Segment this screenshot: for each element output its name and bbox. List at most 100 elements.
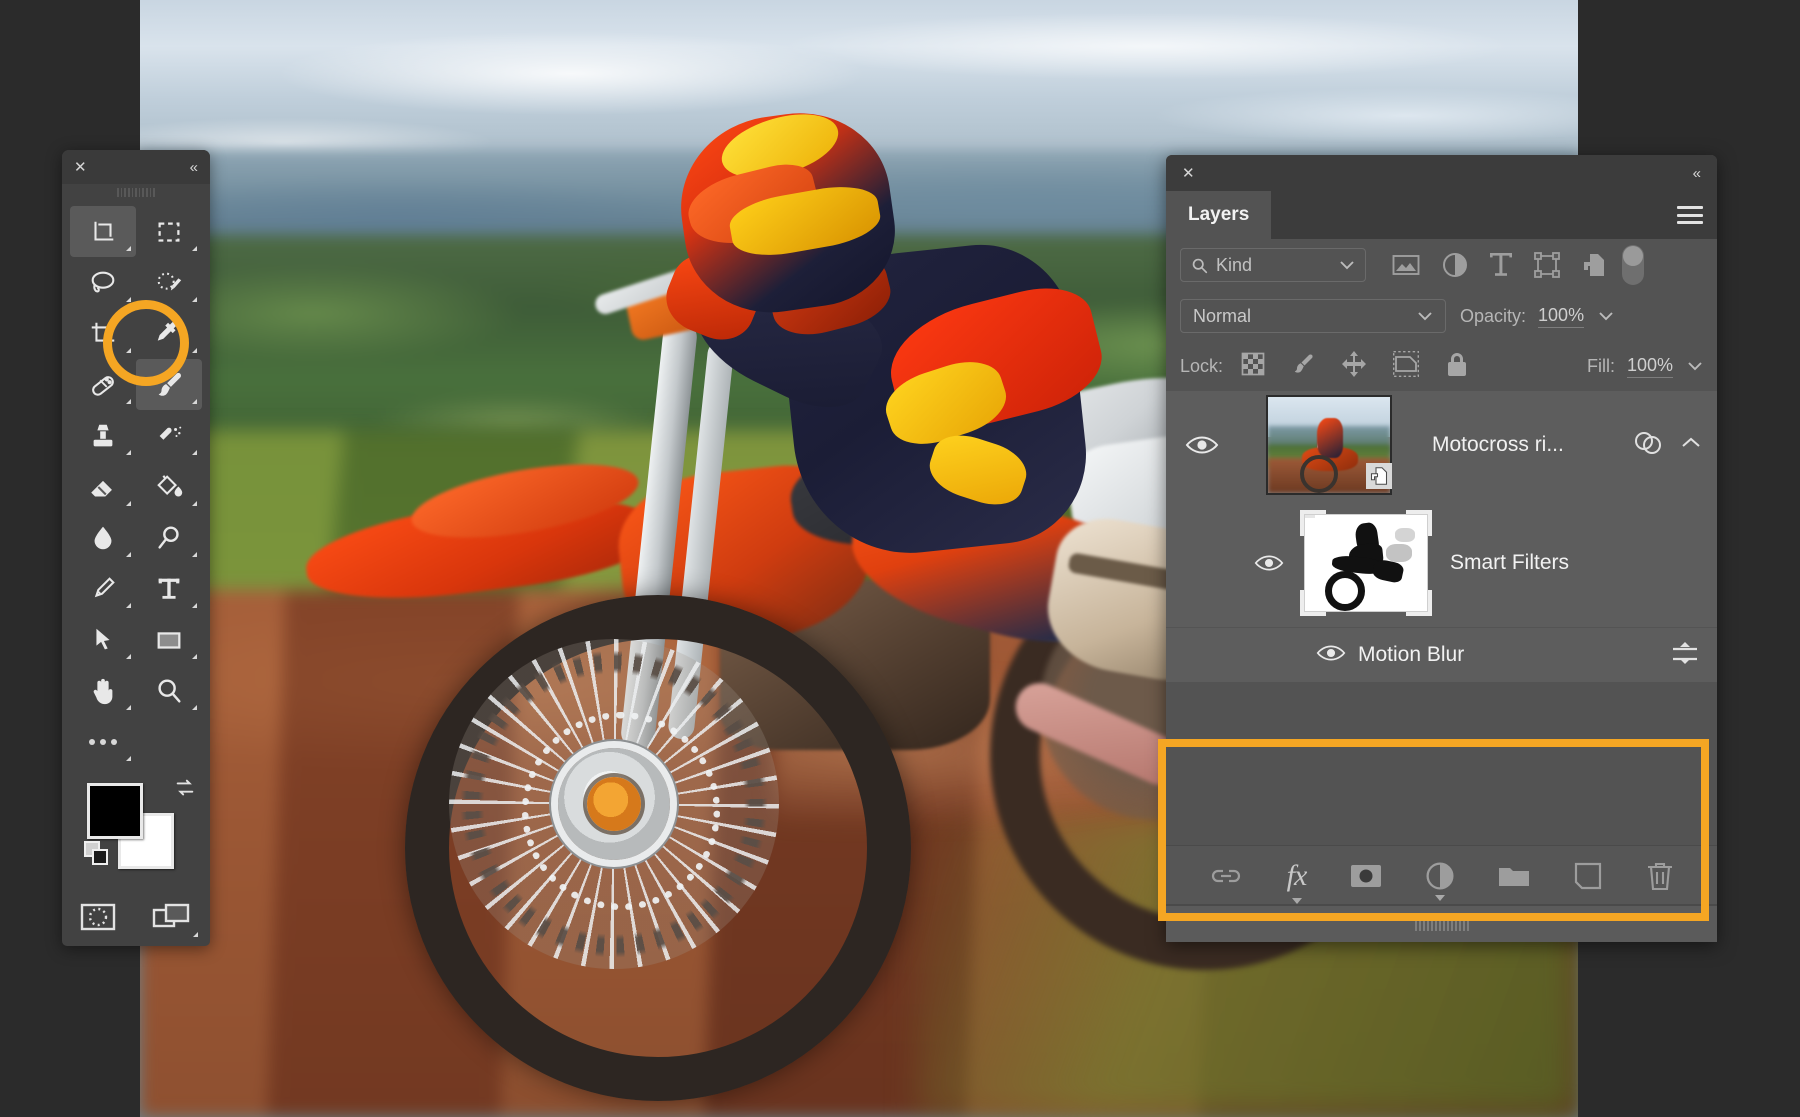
sidebar-tool-paint-bucket[interactable] xyxy=(136,461,202,512)
sidebar-tool-healing-brush[interactable] xyxy=(70,359,136,410)
tools-grid[interactable] xyxy=(62,200,210,767)
close-icon[interactable]: ✕ xyxy=(74,160,87,175)
flyout-corner-icon xyxy=(192,603,197,608)
fill-value[interactable]: 100% xyxy=(1626,355,1673,378)
fill-label: Fill: xyxy=(1586,355,1615,376)
screen-mode-icon[interactable] xyxy=(152,902,198,937)
quick-mask-icon[interactable] xyxy=(80,902,116,937)
lock-artboard-nesting-icon[interactable] xyxy=(1392,350,1420,382)
lock-row[interactable]: Lock: Fill: 100% xyxy=(1166,341,1717,391)
layer-filter-row[interactable]: Kind xyxy=(1166,239,1717,291)
flyout-corner-icon xyxy=(192,297,197,302)
smart-filter-name[interactable]: Motion Blur xyxy=(1346,643,1464,667)
sidebar-tool-brush[interactable] xyxy=(136,359,202,410)
blend-mode-select[interactable]: Normal xyxy=(1180,299,1446,333)
smart-filters-header-row[interactable]: Smart Filters xyxy=(1166,499,1717,627)
flyout-corner-icon xyxy=(126,297,131,302)
smart-filters-highlight-box xyxy=(1158,739,1709,921)
smart-filters-circles-icon[interactable] xyxy=(1633,430,1663,461)
layer-kind-filter-select[interactable]: Kind xyxy=(1180,248,1366,282)
smart-filters-label: Smart Filters xyxy=(1450,551,1570,574)
filter-type-layers-icon[interactable] xyxy=(1490,252,1512,278)
lock-all-padlock-icon[interactable] xyxy=(1445,351,1469,382)
default-colors-icon[interactable] xyxy=(84,841,108,865)
blend-mode-row[interactable]: Normal Opacity: 100% xyxy=(1166,291,1717,341)
sidebar-tool-dodge[interactable] xyxy=(136,512,202,563)
blend-mode-value: Normal xyxy=(1193,305,1252,326)
chevron-up-icon[interactable] xyxy=(1681,435,1701,455)
sidebar-tool-move[interactable] xyxy=(70,206,136,257)
sidebar-tool-eraser[interactable] xyxy=(70,461,136,512)
lock-buttons[interactable] xyxy=(1241,350,1469,382)
smart-filter-mask-thumbnail-cell[interactable] xyxy=(1300,510,1432,616)
sidebar-tool-eyedropper[interactable] xyxy=(136,308,202,359)
flyout-corner-icon xyxy=(126,552,131,557)
layer-list[interactable]: Motocross ri... Smart Filters Motion Blu… xyxy=(1158,391,1717,921)
lock-transparent-pixels-icon[interactable] xyxy=(1241,352,1265,381)
filter-adjustment-layers-icon[interactable] xyxy=(1442,252,1468,278)
sidebar-tool-clone-stamp[interactable] xyxy=(70,410,136,461)
layers-panel[interactable]: ✕ « Layers Kind Normal Opacity: 100% Loc… xyxy=(1158,155,1717,942)
filter-pixel-layers-icon[interactable] xyxy=(1392,253,1420,277)
flyout-corner-icon xyxy=(126,246,131,251)
color-swatches[interactable] xyxy=(62,771,210,891)
layer-row-icons[interactable] xyxy=(1633,430,1717,461)
lock-position-icon[interactable] xyxy=(1341,350,1367,382)
flyout-corner-icon xyxy=(126,603,131,608)
tab-layers-label: Layers xyxy=(1188,204,1250,225)
smart-filters-section[interactable]: Smart Filters Motion Blur xyxy=(1166,499,1717,682)
chevron-down-icon[interactable] xyxy=(1339,260,1355,270)
collapse-icon[interactable]: « xyxy=(1693,166,1701,181)
eye-icon xyxy=(1316,644,1346,661)
sidebar-tool-type[interactable] xyxy=(136,563,202,614)
filter-smart-objects-icon[interactable] xyxy=(1582,252,1606,278)
flyout-corner-icon xyxy=(126,705,131,710)
opacity-chevron-down-icon[interactable] xyxy=(1598,311,1614,321)
collapse-icon[interactable]: « xyxy=(190,160,198,175)
filter-shape-layers-icon[interactable] xyxy=(1534,252,1560,278)
flyout-corner-icon xyxy=(192,450,197,455)
hamburger-menu-icon[interactable] xyxy=(1677,206,1703,224)
sidebar-tool-pen[interactable] xyxy=(70,563,136,614)
sidebar-tool-lasso[interactable] xyxy=(70,257,136,308)
fill-chevron-down-icon[interactable] xyxy=(1687,361,1703,371)
filter-enable-toggle[interactable] xyxy=(1622,245,1644,285)
sidebar-tool-path-selection[interactable] xyxy=(70,614,136,665)
flyout-corner-icon xyxy=(126,756,131,761)
smart-filter-row[interactable]: Motion Blur xyxy=(1166,627,1717,682)
tools-panel[interactable]: ✕ « xyxy=(62,150,210,946)
sidebar-tool-edit-toolbar[interactable] xyxy=(70,716,136,767)
layer-name[interactable]: Motocross ri... xyxy=(1420,433,1633,457)
tab-layers[interactable]: Layers xyxy=(1166,191,1272,239)
layer-thumbnail-cell[interactable] xyxy=(1238,395,1420,495)
opacity-value[interactable]: 100% xyxy=(1538,305,1585,328)
sidebar-tool-quick-selection[interactable] xyxy=(136,257,202,308)
sidebar-tool-blur[interactable] xyxy=(70,512,136,563)
lock-image-pixels-icon[interactable] xyxy=(1291,352,1315,381)
opacity-label: Opacity: xyxy=(1460,305,1527,326)
toolbar-mode-buttons[interactable] xyxy=(62,891,210,947)
tools-panel-drag-grip[interactable] xyxy=(62,184,210,200)
chevron-down-icon[interactable] xyxy=(1417,311,1433,321)
swap-colors-icon[interactable] xyxy=(174,777,196,799)
blending-options-icon[interactable] xyxy=(1671,641,1717,670)
sidebar-tool-crop[interactable] xyxy=(70,308,136,359)
sidebar-tool-rectangle[interactable] xyxy=(136,614,202,665)
close-icon[interactable]: ✕ xyxy=(1182,166,1195,181)
layers-panel-tab-bar[interactable]: Layers xyxy=(1166,191,1717,239)
table-row[interactable]: Motocross ri... xyxy=(1166,391,1717,500)
foreground-color-swatch[interactable] xyxy=(87,783,143,839)
smart-filter-visibility-toggle[interactable] xyxy=(1316,643,1346,668)
sidebar-tool-zoom[interactable] xyxy=(136,665,202,716)
sidebar-tool-marquee[interactable] xyxy=(136,206,202,257)
layer-visibility-toggle[interactable] xyxy=(1166,434,1238,456)
tools-grid-spacer xyxy=(136,716,202,767)
sidebar-tool-history-brush[interactable] xyxy=(136,410,202,461)
smart-filters-visibility-toggle[interactable] xyxy=(1238,553,1300,573)
lock-label: Lock: xyxy=(1180,355,1224,376)
flyout-corner-icon xyxy=(126,399,131,404)
sidebar-tool-hand[interactable] xyxy=(70,665,136,716)
bike-front-hub-core xyxy=(587,777,641,831)
layer-type-filter-buttons[interactable] xyxy=(1392,252,1606,278)
smart-filter-mask-thumbnail xyxy=(1300,510,1432,616)
